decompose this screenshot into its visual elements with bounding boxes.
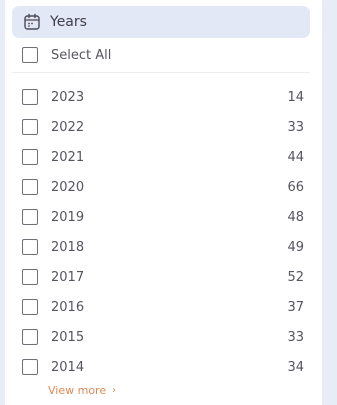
year-option-2018[interactable]: 2018 49 (22, 232, 304, 262)
year-checkbox[interactable] (22, 329, 38, 345)
year-option-2019[interactable]: 2019 48 (22, 202, 304, 232)
year-option-2014[interactable]: 2014 34 (22, 352, 304, 382)
year-checkbox[interactable] (22, 149, 38, 165)
chevron-right-icon: › (112, 385, 117, 396)
year-count: 52 (287, 269, 304, 285)
divider (12, 72, 310, 73)
year-label: 2014 (51, 359, 85, 375)
year-count: 33 (287, 329, 304, 345)
select-all-checkbox[interactable] (22, 47, 38, 63)
view-more-label: View more (48, 384, 107, 397)
year-checkbox[interactable] (22, 89, 38, 105)
year-checkbox[interactable] (22, 269, 38, 285)
year-option-2017[interactable]: 2017 52 (22, 262, 304, 292)
year-label: 2016 (51, 299, 85, 315)
year-option-2020[interactable]: 2020 66 (22, 172, 304, 202)
select-all-label: Select All (51, 47, 112, 63)
year-checkbox[interactable] (22, 209, 38, 225)
year-label: 2023 (51, 89, 85, 105)
year-label: 2022 (51, 119, 85, 135)
year-count: 37 (287, 299, 304, 315)
year-label: 2017 (51, 269, 85, 285)
year-option-2015[interactable]: 2015 33 (22, 322, 304, 352)
year-checkbox[interactable] (22, 359, 38, 375)
year-option-2016[interactable]: 2016 37 (22, 292, 304, 322)
view-more-link[interactable]: View more › (48, 384, 116, 397)
year-count: 66 (287, 179, 304, 195)
filter-title: Years (50, 14, 87, 30)
year-label: 2015 (51, 329, 85, 345)
year-count: 34 (287, 359, 304, 375)
calendar-icon (24, 13, 40, 30)
year-checkbox[interactable] (22, 179, 38, 195)
year-option-2021[interactable]: 2021 44 (22, 142, 304, 172)
year-count: 44 (287, 149, 304, 165)
year-option-2023[interactable]: 2023 14 (22, 82, 304, 112)
year-checkbox[interactable] (22, 299, 38, 315)
filter-header[interactable]: Years (12, 6, 310, 38)
year-count: 49 (287, 239, 304, 255)
year-count: 48 (287, 209, 304, 225)
year-label: 2020 (51, 179, 85, 195)
select-all-option[interactable]: Select All (22, 46, 312, 64)
year-label: 2018 (51, 239, 85, 255)
year-label: 2019 (51, 209, 85, 225)
year-filter-panel: Years Select All 2023 14 2022 33 2021 44… (5, 0, 322, 405)
year-list: 2023 14 2022 33 2021 44 2020 66 2019 48 … (22, 82, 304, 382)
year-checkbox[interactable] (22, 239, 38, 255)
year-option-2022[interactable]: 2022 33 (22, 112, 304, 142)
year-checkbox[interactable] (22, 119, 38, 135)
year-count: 14 (287, 89, 304, 105)
year-count: 33 (287, 119, 304, 135)
year-label: 2021 (51, 149, 85, 165)
